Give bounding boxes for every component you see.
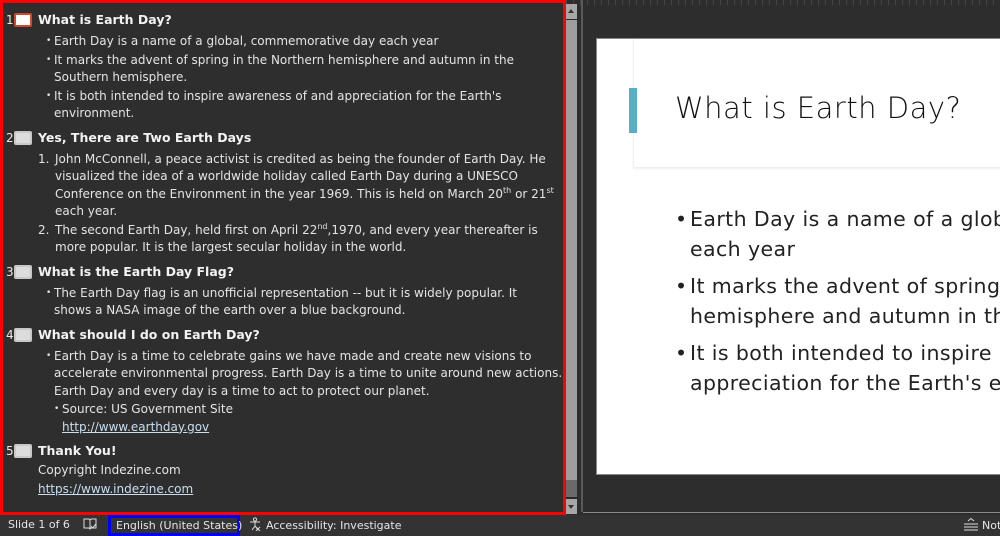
slide-number: 5 xyxy=(6,444,14,458)
language-button[interactable]: English (United States) xyxy=(108,515,242,536)
outline-slide-title[interactable]: Thank You! xyxy=(38,443,117,458)
slide-bullet: It marks the advent of spring in the Nor… xyxy=(675,271,1000,331)
scroll-thumb[interactable] xyxy=(566,20,577,480)
source-text: Source: US Government Site xyxy=(62,402,233,416)
bullet-line: It marks the advent of spring in the Nor… xyxy=(690,274,1000,298)
spelling-check-icon[interactable] xyxy=(83,517,97,531)
bullet-line: Earth Day is a name of a global, commemo… xyxy=(690,207,1000,231)
outline-pane[interactable]: 1 What is Earth Day? Earth Day is a name… xyxy=(0,0,566,515)
accessibility-icon xyxy=(248,517,262,534)
status-bar: Slide 1 of 6 English (United States) Acc… xyxy=(0,512,1000,536)
slide-counter[interactable]: Slide 1 of 6 xyxy=(8,518,70,531)
item-text: John McConnell, a peace activist is cred… xyxy=(55,151,546,201)
slide-canvas[interactable]: What is Earth Day? Earth Day is a name o… xyxy=(596,38,1000,475)
notes-button[interactable]: Notes xyxy=(963,517,1000,534)
slide-bullet: It is both intended to inspire awareness… xyxy=(675,338,1000,398)
slide-icon[interactable] xyxy=(14,13,32,27)
arrow-down-icon xyxy=(568,505,574,509)
item-number: 2. xyxy=(38,222,50,237)
scroll-down-button[interactable] xyxy=(566,499,577,514)
slide-icon[interactable] xyxy=(14,130,32,145)
notes-label: Notes xyxy=(982,519,1000,532)
slide-icon[interactable] xyxy=(14,327,32,342)
outline-bullet[interactable]: Earth Day is a time to celebrate gains w… xyxy=(46,348,563,401)
indezine-link[interactable]: https://www.indezine.com xyxy=(38,480,563,499)
bullet-line: each year xyxy=(690,237,796,261)
content-placeholder[interactable]: Earth Day is a name of a global, commemo… xyxy=(675,204,1000,405)
item-number: 1. xyxy=(38,151,50,166)
outline-numbered-item[interactable]: 2. The second Earth Day, held first on A… xyxy=(38,222,548,257)
item-text: The second Earth Day, held first on Apri… xyxy=(55,222,318,237)
outline-numbered-item[interactable]: 1. John McConnell, a peace activist is c… xyxy=(38,151,558,221)
item-text: each year. xyxy=(55,204,118,218)
scroll-track[interactable] xyxy=(566,480,577,497)
outline-slide-3[interactable]: 3 What is the Earth Day Flag? The Earth … xyxy=(3,262,563,320)
slide-number: 4 xyxy=(6,327,14,342)
outline-slide-title[interactable]: What is the Earth Day Flag? xyxy=(38,264,234,279)
superscript: st xyxy=(546,185,554,195)
outline-slide-2[interactable]: 2 Yes, There are Two Earth Days 1. John … xyxy=(3,128,563,257)
divider xyxy=(583,512,1000,513)
outline-bullet[interactable]: The Earth Day flag is an unofficial repr… xyxy=(46,285,536,320)
outline-bullet[interactable]: Earth Day is a name of a global, commemo… xyxy=(46,33,563,51)
item-text: or 21 xyxy=(511,186,547,201)
title-accent-bar xyxy=(629,88,637,133)
copyright-text[interactable]: Copyright Indezine.com xyxy=(38,461,563,480)
slide-icon[interactable] xyxy=(14,264,32,279)
outline-scrollbar[interactable] xyxy=(566,4,577,514)
outline-sub-bullet[interactable]: Source: US Government Site http://www.ea… xyxy=(54,401,563,436)
outline-slide-title[interactable]: What should I do on Earth Day? xyxy=(38,327,260,342)
earthday-link[interactable]: http://www.earthday.gov xyxy=(62,420,209,434)
slide-number: 1 xyxy=(6,13,14,27)
slide-number: 3 xyxy=(6,264,14,279)
slide-number: 2 xyxy=(6,130,14,145)
arrow-up-icon xyxy=(568,9,574,13)
bullet-line: hemisphere and autumn in the Southern he… xyxy=(690,304,1000,328)
accessibility-button[interactable]: Accessibility: Investigate xyxy=(248,517,402,534)
outline-slide-1[interactable]: 1 What is Earth Day? Earth Day is a name… xyxy=(3,10,563,123)
outline-bullet[interactable]: It marks the advent of spring in the Nor… xyxy=(46,52,526,87)
accessibility-label: Accessibility: Investigate xyxy=(266,519,402,532)
pane-splitter[interactable] xyxy=(581,0,583,512)
outline-bullet[interactable]: It is both intended to inspire awareness… xyxy=(46,88,516,123)
slide-bullet: Earth Day is a name of a global, commemo… xyxy=(675,204,1000,264)
superscript: nd xyxy=(317,221,328,231)
bullet-line: It is both intended to inspire awareness… xyxy=(690,341,1000,365)
outline-slide-title[interactable]: Yes, There are Two Earth Days xyxy=(38,130,251,145)
outline-slide-title[interactable]: What is Earth Day? xyxy=(38,12,172,27)
pane-top-edge xyxy=(560,0,1000,5)
bullet-line: appreciation for the Earth's environment… xyxy=(690,371,1000,395)
scroll-up-button[interactable] xyxy=(566,4,577,19)
slide-icon[interactable] xyxy=(14,444,32,458)
outline-slide-4[interactable]: 4 What should I do on Earth Day? Earth D… xyxy=(3,325,563,437)
slide-title[interactable]: What is Earth Day? xyxy=(675,91,961,125)
outline-slide-5[interactable]: 5 Thank You! Copyright Indezine.com http… xyxy=(3,441,563,499)
notes-icon xyxy=(963,517,979,534)
